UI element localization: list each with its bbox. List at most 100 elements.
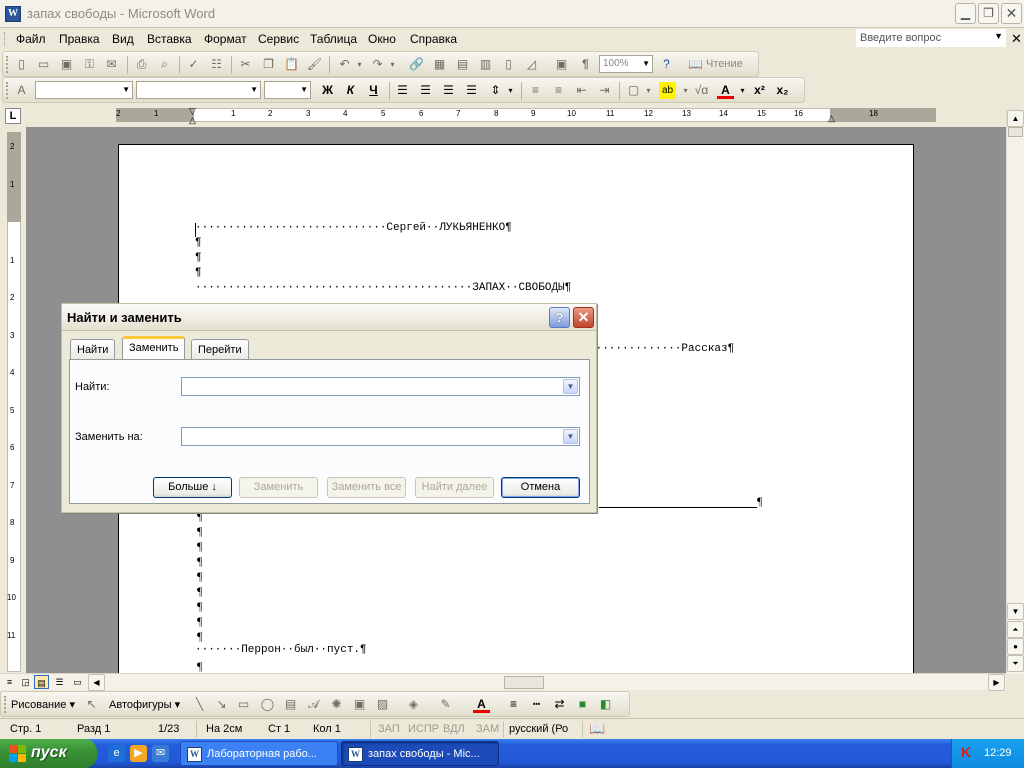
find-input[interactable]: ▼ <box>181 377 580 396</box>
font-size-combo[interactable]: ▼ <box>264 81 311 99</box>
menu-window[interactable]: Окно <box>368 32 396 46</box>
web-view-icon[interactable]: ◲ <box>18 675 33 689</box>
shadow-icon[interactable]: ■ <box>574 696 591 713</box>
3d-icon[interactable]: ◧ <box>597 696 614 713</box>
scroll-left-icon[interactable]: ◀ <box>88 674 105 691</box>
font-combo[interactable]: ▼ <box>136 81 261 99</box>
diagram-icon[interactable]: ✺ <box>328 696 345 713</box>
new-document-icon[interactable]: ▯ <box>13 56 30 73</box>
bullets-icon[interactable]: ≡ <box>550 82 567 99</box>
replace-input[interactable]: ▼ <box>181 427 580 446</box>
doc-line-text[interactable]: ·······Перрон··был··пуст.¶ <box>195 644 367 656</box>
toolbar-grip[interactable] <box>6 56 9 73</box>
help-button[interactable]: ? <box>549 307 570 328</box>
minimize-button[interactable]: ▁ <box>955 3 976 24</box>
tab-replace[interactable]: Заменить <box>122 336 186 359</box>
line-color-icon[interactable]: ✎ <box>437 696 454 713</box>
antivirus-icon[interactable]: K <box>961 745 976 760</box>
textbox-icon[interactable]: ▤ <box>282 696 299 713</box>
highlight-dropdown-icon[interactable]: ▾ <box>677 82 694 99</box>
wordart-icon[interactable]: 𝒜 <box>305 696 322 713</box>
doc-line-empty[interactable]: ¶ <box>195 237 202 249</box>
right-indent-marker[interactable]: △ <box>828 113 835 124</box>
normal-view-icon[interactable]: ≡ <box>2 675 17 689</box>
scroll-down-icon[interactable]: ▼ <box>1007 603 1024 620</box>
oval-icon[interactable]: ◯ <box>259 696 276 713</box>
print-preview-icon[interactable]: ⌕ <box>156 56 173 73</box>
align-center-icon[interactable]: ☰ <box>417 82 434 99</box>
doc-pilcrow[interactable]: ¶ <box>197 659 202 673</box>
vertical-ruler[interactable]: 2 1 1 2 3 4 5 6 7 8 9 10 11 <box>4 132 24 672</box>
status-language[interactable]: русский (Ро <box>509 723 568 735</box>
drawing-icon[interactable]: ◿ <box>523 56 540 73</box>
tab-find[interactable]: Найти <box>70 339 116 359</box>
doc-line-genre[interactable]: ··············Рассказ¶ <box>589 343 734 355</box>
chevron-down-icon[interactable]: ▼ <box>994 31 1003 41</box>
chevron-down-icon[interactable]: ▼ <box>642 59 650 68</box>
more-button[interactable]: Больше ↓ <box>153 477 232 498</box>
doc-pilcrow[interactable]: ¶ <box>197 524 202 539</box>
style-combo[interactable]: ▼ <box>35 81 133 99</box>
hscroll-thumb[interactable] <box>504 676 544 689</box>
print-icon[interactable]: ⎙ <box>133 56 150 73</box>
styles-icon[interactable]: A <box>13 82 30 99</box>
print-layout-icon[interactable]: ▤ <box>34 675 49 689</box>
doc-pilcrow[interactable]: ¶ <box>197 554 202 569</box>
increase-indent-icon[interactable]: ⇥ <box>596 82 613 99</box>
line-icon[interactable]: ╲ <box>191 696 208 713</box>
insert-table-icon[interactable]: ▤ <box>454 56 471 73</box>
superscript-icon[interactable]: x² <box>751 82 768 99</box>
restore-button[interactable]: ❐ <box>978 3 999 24</box>
open-icon[interactable]: ▭ <box>35 56 52 73</box>
select-objects-icon[interactable]: ↖ <box>83 696 100 713</box>
status-overtype[interactable]: ЗАМ <box>476 723 499 735</box>
outlook-icon[interactable]: ✉ <box>152 745 169 762</box>
highlight-icon[interactable]: ab <box>659 82 676 99</box>
replace-all-button[interactable]: Заменить все <box>327 477 406 498</box>
scroll-up-icon[interactable]: ▲ <box>1007 110 1024 127</box>
autoshapes-button[interactable]: Автофигуры ▾ <box>109 698 180 711</box>
find-next-button[interactable]: Найти далее <box>415 477 494 498</box>
ie-icon[interactable]: e <box>108 745 125 762</box>
doc-pilcrow[interactable]: ¶ <box>197 599 202 614</box>
word-app-icon[interactable]: W <box>5 6 21 22</box>
underline-button[interactable]: Ч <box>365 82 382 99</box>
chevron-down-icon[interactable]: ▼ <box>122 85 130 94</box>
menu-table[interactable]: Таблица <box>310 32 357 46</box>
equation-icon[interactable]: √α <box>693 82 710 99</box>
fill-color-icon[interactable]: ◈ <box>405 696 422 713</box>
undo-dropdown-icon[interactable]: ▾ <box>351 56 368 73</box>
save-icon[interactable]: ▣ <box>58 56 75 73</box>
task-button-active[interactable]: W запах свободы - Mic... <box>341 741 499 766</box>
doc-line-empty[interactable]: ¶ <box>195 267 202 279</box>
line-spacing-dropdown-icon[interactable]: ▾ <box>502 82 519 99</box>
reading-view-icon[interactable]: ▭ <box>70 675 85 689</box>
drawing-menu-button[interactable]: Рисование ▾ <box>11 698 75 711</box>
menu-view[interactable]: Вид <box>112 32 134 46</box>
read-mode-button[interactable]: Чтение <box>706 58 743 70</box>
start-button[interactable]: пуск <box>0 739 97 768</box>
borders-dropdown-icon[interactable]: ▾ <box>640 82 657 99</box>
outline-view-icon[interactable]: ☰ <box>52 675 67 689</box>
scroll-right-icon[interactable]: ▶ <box>988 674 1005 691</box>
format-painter-icon[interactable]: 🖌 <box>306 56 323 73</box>
chevron-down-icon[interactable]: ▼ <box>250 85 258 94</box>
replace-button[interactable]: Заменить <box>239 477 318 498</box>
menu-file[interactable]: Файл <box>16 32 46 46</box>
picture-icon[interactable]: ▨ <box>374 696 391 713</box>
ask-question-box[interactable]: Введите вопрос ▼ <box>856 29 1006 47</box>
doc-pilcrow[interactable]: ¶ <box>197 584 202 599</box>
doc-line-author[interactable]: ·····························Сергей··ЛУК… <box>195 222 512 234</box>
font-color-icon[interactable]: A <box>473 696 490 713</box>
permission-icon[interactable]: ⚿ <box>81 56 98 73</box>
email-icon[interactable]: ✉ <box>103 56 120 73</box>
italic-button[interactable]: К <box>342 82 359 99</box>
close-window-button[interactable]: ✕ <box>1001 3 1022 24</box>
chevron-down-icon[interactable]: ▼ <box>563 429 578 444</box>
align-right-icon[interactable]: ☰ <box>440 82 457 99</box>
read-icon[interactable]: 📖 <box>687 56 704 73</box>
tab-selector[interactable]: L <box>5 108 21 124</box>
chevron-down-icon[interactable]: ▼ <box>300 85 308 94</box>
arrow-style-icon[interactable]: ⇄ <box>551 696 568 713</box>
document-map-icon[interactable]: ▣ <box>553 56 570 73</box>
